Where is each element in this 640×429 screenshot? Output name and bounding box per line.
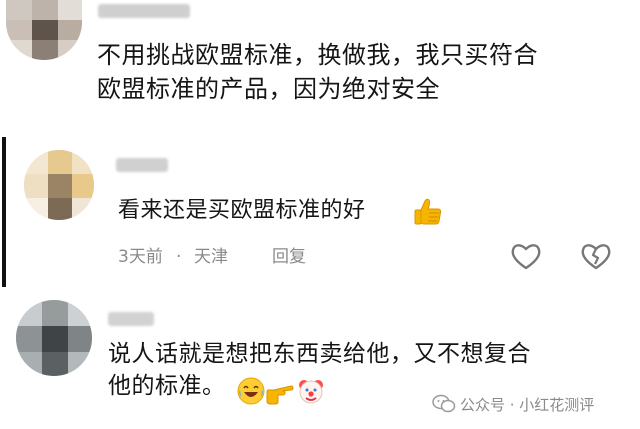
reply-indicator-bar — [2, 137, 6, 287]
laughing-face-icon — [236, 376, 266, 406]
clown-face-icon — [296, 376, 326, 406]
comment-text: 看来还是买欧盟标准的好 — [118, 198, 366, 223]
username-blurred[interactable] — [98, 4, 190, 18]
username-blurred[interactable] — [116, 158, 168, 172]
avatar[interactable] — [6, 0, 82, 60]
broken-heart-icon[interactable] — [580, 241, 612, 271]
avatar[interactable] — [16, 300, 92, 376]
meta-separator: · — [176, 247, 182, 267]
wechat-icon — [432, 394, 456, 414]
heart-icon[interactable] — [510, 241, 542, 271]
comment-line: 不用挑战欧盟标准，换做我，我只买符合 — [97, 41, 538, 69]
thumbs-up-icon — [412, 196, 444, 228]
watermark-text: 公众号 · 小红花测评 — [460, 396, 595, 414]
username-blurred[interactable] — [108, 312, 154, 326]
comment-line: 欧盟标准的产品，因为绝对安全 — [97, 75, 440, 103]
comment-text: 不用挑战欧盟标准，换做我，我只买符合 欧盟标准的产品，因为绝对安全 — [97, 38, 637, 106]
avatar[interactable] — [24, 150, 94, 220]
comment-time: 3天前 — [118, 247, 163, 267]
reply-button[interactable]: 回复 — [272, 247, 306, 267]
pointing-hand-icon — [264, 376, 294, 406]
comment-location: 天津 — [194, 247, 228, 267]
comment-line: 说人话就是想把东西卖给他，又不想复合 — [108, 341, 531, 367]
comment-text: 说人话就是想把东西卖给他，又不想复合 他的标准。 — [108, 338, 628, 402]
